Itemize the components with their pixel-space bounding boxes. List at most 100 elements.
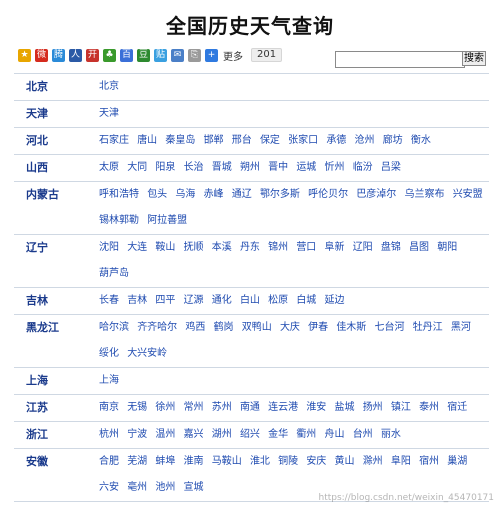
province-link[interactable]: 北京 [14,74,87,100]
city-link[interactable]: 徐州 [155,402,175,413]
city-link[interactable]: 临汾 [353,162,373,173]
city-link[interactable]: 合肥 [99,456,119,467]
city-link[interactable]: 赤峰 [204,189,224,200]
city-link[interactable]: 哈尔滨 [99,322,129,333]
city-link[interactable]: 朔州 [240,162,260,173]
city-link[interactable]: 马鞍山 [212,456,242,467]
city-link[interactable]: 黄山 [335,456,355,467]
city-link[interactable]: 北京 [99,81,119,92]
city-link[interactable]: 鞍山 [155,242,175,253]
city-link[interactable]: 阜新 [325,242,345,253]
city-link[interactable]: 太原 [99,162,119,173]
city-link[interactable]: 天津 [99,108,119,119]
city-link[interactable]: 七台河 [375,322,405,333]
city-link[interactable]: 阳泉 [155,162,175,173]
province-link[interactable]: 江苏 [14,395,87,421]
city-link[interactable]: 衡水 [411,135,431,146]
city-link[interactable]: 通化 [212,295,232,306]
city-link[interactable]: 鹤岗 [214,322,234,333]
city-link[interactable]: 唐山 [137,135,157,146]
city-link[interactable]: 通辽 [232,189,252,200]
qzone-icon[interactable]: ★ [18,48,31,62]
city-link[interactable]: 连云港 [268,402,298,413]
province-link[interactable]: 吉林 [14,288,87,314]
city-link[interactable]: 鸡西 [185,322,205,333]
city-link[interactable]: 兴安盟 [453,189,483,200]
search-input[interactable] [335,51,465,68]
city-link[interactable]: 葫芦岛 [99,268,129,279]
city-link[interactable]: 绥化 [99,348,119,359]
city-link[interactable]: 沧州 [355,135,375,146]
baidu-icon[interactable]: 百 [120,48,133,62]
province-link[interactable]: 天津 [14,101,87,127]
city-link[interactable]: 佳木斯 [336,322,366,333]
city-link[interactable]: 南京 [99,402,119,413]
city-link[interactable]: 安庆 [306,456,326,467]
city-link[interactable]: 双鸭山 [242,322,272,333]
city-link[interactable]: 白山 [240,295,260,306]
city-link[interactable]: 宣城 [184,482,204,493]
douban-icon[interactable]: 豆 [137,48,150,62]
city-link[interactable]: 巢湖 [447,456,467,467]
tieba-icon[interactable]: 贴 [154,48,167,62]
city-link[interactable]: 邢台 [232,135,252,146]
city-link[interactable]: 宿迁 [447,402,467,413]
city-link[interactable]: 本溪 [212,242,232,253]
city-link[interactable]: 盐城 [335,402,355,413]
city-link[interactable]: 牡丹江 [413,322,443,333]
city-link[interactable]: 衢州 [296,429,316,440]
city-link[interactable]: 湖州 [212,429,232,440]
mail-icon[interactable]: ✉ [171,48,184,62]
city-link[interactable]: 杭州 [99,429,119,440]
city-link[interactable]: 白城 [296,295,316,306]
city-link[interactable]: 廊坊 [383,135,403,146]
city-link[interactable]: 淮南 [184,456,204,467]
clover-icon[interactable]: ♣ [103,48,116,62]
plus-icon[interactable]: + [205,48,218,62]
city-link[interactable]: 常州 [184,402,204,413]
city-link[interactable]: 淮北 [250,456,270,467]
city-link[interactable]: 丹东 [240,242,260,253]
city-link[interactable]: 晋城 [212,162,232,173]
city-link[interactable]: 锦州 [268,242,288,253]
city-link[interactable]: 延边 [325,295,345,306]
city-link[interactable]: 石家庄 [99,135,129,146]
sina-weibo-icon[interactable]: 微 [35,48,48,62]
city-link[interactable]: 辽源 [184,295,204,306]
city-link[interactable]: 黑河 [451,322,471,333]
city-link[interactable]: 宁波 [127,429,147,440]
city-link[interactable]: 南通 [240,402,260,413]
city-link[interactable]: 锡林郭勒 [99,215,139,226]
city-link[interactable]: 镇江 [391,402,411,413]
city-link[interactable]: 亳州 [127,482,147,493]
city-link[interactable]: 齐齐哈尔 [137,322,177,333]
city-link[interactable]: 抚顺 [184,242,204,253]
city-link[interactable]: 呼和浩特 [99,189,139,200]
city-link[interactable]: 蚌埠 [155,456,175,467]
city-link[interactable]: 四平 [155,295,175,306]
city-link[interactable]: 大庆 [280,322,300,333]
city-link[interactable]: 泰州 [419,402,439,413]
city-link[interactable]: 朝阳 [437,242,457,253]
city-link[interactable]: 巴彦淖尔 [356,189,396,200]
city-link[interactable]: 苏州 [212,402,232,413]
city-link[interactable]: 温州 [155,429,175,440]
city-link[interactable]: 包头 [147,189,167,200]
city-link[interactable]: 吕梁 [381,162,401,173]
city-link[interactable]: 滁州 [363,456,383,467]
renren-icon[interactable]: 人 [69,48,82,62]
province-link[interactable]: 河北 [14,128,87,154]
city-link[interactable]: 六安 [99,482,119,493]
city-link[interactable]: 晋中 [268,162,288,173]
city-link[interactable]: 盘锦 [381,242,401,253]
city-link[interactable]: 邯郸 [204,135,224,146]
city-link[interactable]: 保定 [260,135,280,146]
province-link[interactable]: 内蒙古 [14,182,87,234]
city-link[interactable]: 芜湖 [127,456,147,467]
province-link[interactable]: 安徽 [14,449,87,501]
city-link[interactable]: 营口 [296,242,316,253]
city-link[interactable]: 忻州 [325,162,345,173]
tencent-weibo-icon[interactable]: 腾 [52,48,65,62]
city-link[interactable]: 辽阳 [353,242,373,253]
copy-icon[interactable]: ⎘ [188,48,201,62]
